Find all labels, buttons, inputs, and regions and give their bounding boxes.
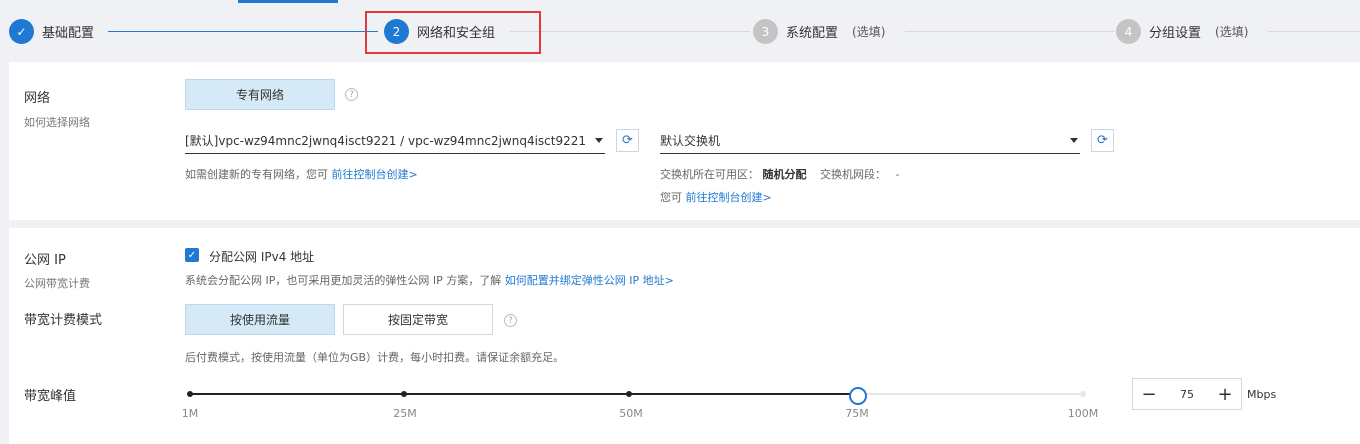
cidr-value: -	[895, 168, 900, 181]
vswitch-info: 交换机所在可用区： 随机分配 交换机网段： -	[660, 166, 899, 182]
slider-track-empty[interactable]	[857, 393, 1083, 395]
vswitch-refresh-button[interactable]: ⟳	[1091, 129, 1114, 152]
step-connector-done	[108, 31, 378, 32]
billing-mode-title: 带宽计费模式	[24, 313, 103, 328]
vpc-hint-text: 如需创建新的专有网络，您可	[185, 168, 328, 181]
vswitch-select-value: 默认交换机	[660, 134, 721, 148]
step-number: 4	[1116, 19, 1141, 44]
slider-stop[interactable]	[1080, 391, 1086, 397]
vswitch-select[interactable]: 默认交换机	[660, 128, 1080, 154]
help-icon[interactable]: ?	[345, 88, 358, 101]
check-icon: ✓	[187, 249, 197, 261]
refresh-icon: ⟳	[1097, 133, 1108, 148]
vpc-create-hint: 如需创建新的专有网络，您可 前往控制台创建>	[185, 166, 418, 182]
public-ip-desc: 系统会分配公网 IP，也可采用更加灵活的弹性公网 IP 方案，了解 如何配置并绑…	[185, 272, 674, 288]
public-ip-subtitle: 公网带宽计费	[24, 277, 90, 290]
vpc-refresh-button[interactable]: ⟳	[616, 129, 639, 152]
chevron-down-icon	[595, 138, 603, 143]
step-connector	[510, 31, 750, 32]
vswitch-create-link[interactable]: 前往控制台创建>	[686, 191, 772, 204]
slider-stop[interactable]	[187, 391, 193, 397]
public-ip-desc-text: 系统会分配公网 IP，也可采用更加灵活的弹性公网 IP 方案，了解	[185, 274, 502, 287]
bandwidth-stepper: − 75 +	[1132, 378, 1242, 410]
slider-stop[interactable]	[401, 391, 407, 397]
slider-tick-label: 50M	[619, 407, 643, 420]
chevron-down-icon	[1070, 138, 1078, 143]
slider-tick-label: 1M	[181, 407, 199, 420]
billing-desc: 后付费模式，按使用流量（单位为GB）计费，每小时扣费。请保证余额充足。	[185, 351, 565, 364]
assign-ipv4-label[interactable]: 分配公网 IPv4 地址	[209, 248, 314, 265]
bandwidth-unit: Mbps	[1247, 388, 1277, 401]
wizard-stepper: ✓ 基础配置 2 网络和安全组 3 系统配置 (选填) 4 分组设置 (选填)	[0, 0, 1360, 62]
step-basic-config[interactable]: ✓ 基础配置	[9, 19, 94, 44]
annotation-highlight-box	[365, 11, 541, 54]
step-number: 3	[753, 19, 778, 44]
cidr-label: 交换机网段：	[820, 168, 886, 181]
step-system-config[interactable]: 3 系统配置 (选填)	[753, 19, 885, 44]
step-label: 系统配置	[786, 26, 839, 41]
active-tab-indicator	[238, 0, 338, 3]
vswitch-hint-text: 您可	[660, 191, 682, 204]
network-title: 网络	[24, 91, 51, 106]
billing-traffic-button[interactable]: 按使用流量	[185, 304, 335, 335]
increment-button[interactable]: +	[1209, 379, 1241, 409]
billing-fixed-button[interactable]: 按固定带宽	[343, 304, 493, 335]
step-group-settings[interactable]: 4 分组设置 (选填)	[1116, 19, 1248, 44]
eip-config-link[interactable]: 如何配置并绑定弹性公网 IP 地址>	[505, 274, 674, 287]
refresh-icon: ⟳	[622, 133, 633, 148]
zone-value: 随机分配	[762, 168, 807, 181]
check-icon: ✓	[9, 19, 34, 44]
network-help-link[interactable]: 如何选择网络	[24, 114, 90, 130]
bandwidth-slider-handle[interactable]	[849, 387, 867, 405]
decrement-button[interactable]: −	[1133, 379, 1165, 409]
public-ip-title: 公网 IP	[24, 253, 66, 268]
assign-ipv4-checkbox[interactable]: ✓	[185, 248, 199, 262]
step-connector	[905, 31, 1115, 32]
bandwidth-peak-title: 带宽峰值	[24, 389, 77, 404]
vpc-create-link[interactable]: 前往控制台创建>	[332, 168, 418, 181]
slider-track-filled	[190, 393, 857, 395]
slider-tick-label: 100M	[1067, 407, 1099, 420]
step-connector	[1268, 31, 1360, 32]
slider-stop[interactable]	[626, 391, 632, 397]
step-label: 基础配置	[42, 26, 95, 41]
vpc-type-button[interactable]: 专有网络	[185, 79, 335, 110]
step-label: 分组设置	[1149, 26, 1202, 41]
slider-tick-label: 25M	[393, 407, 417, 420]
slider-tick-label: 75M	[845, 407, 869, 420]
vpc-select[interactable]: [默认]vpc-wz94mnc2jwnq4isct9221 / vpc-wz94…	[185, 128, 605, 154]
step-optional-label: (选填)	[852, 25, 886, 39]
help-icon[interactable]: ?	[504, 314, 517, 327]
step-optional-label: (选填)	[1215, 25, 1249, 39]
bandwidth-value-input[interactable]: 75	[1165, 379, 1209, 409]
vpc-select-value: [默认]vpc-wz94mnc2jwnq4isct9221 / vpc-wz94…	[185, 134, 587, 148]
vswitch-create-hint: 您可 前往控制台创建>	[660, 189, 772, 205]
zone-label: 交换机所在可用区：	[660, 168, 759, 181]
